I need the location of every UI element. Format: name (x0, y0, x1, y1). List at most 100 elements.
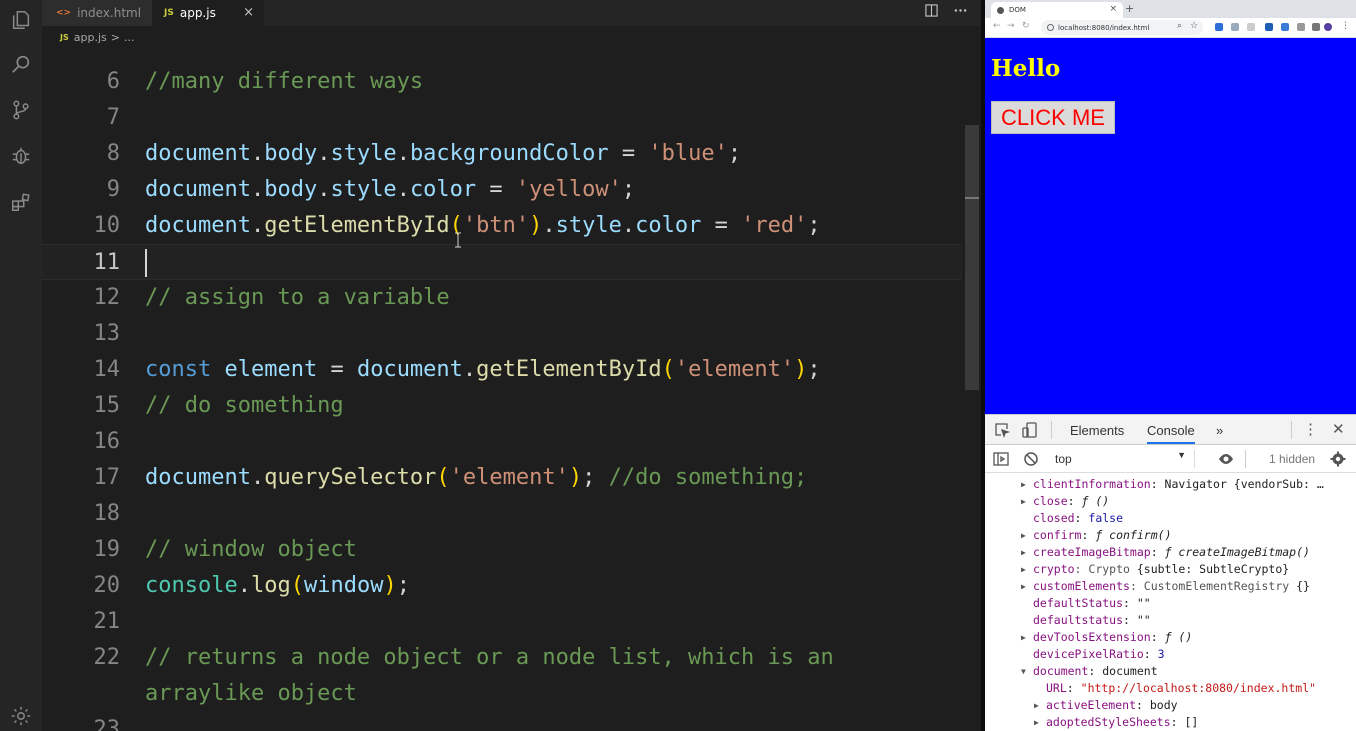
extension-icon[interactable] (1281, 23, 1289, 31)
collapsed-triangle-icon[interactable]: ▶ (1021, 561, 1026, 578)
extension-icon[interactable] (1231, 23, 1239, 31)
click-me-button[interactable]: CLICK ME (991, 101, 1115, 134)
code-line[interactable]: 11 (42, 244, 962, 280)
live-expression-eye-icon[interactable] (1217, 451, 1233, 467)
code-line[interactable]: 19 // window object (42, 532, 962, 568)
code-line[interactable]: 14 const element = document.getElementByI… (42, 352, 962, 388)
more-actions-icon[interactable] (954, 4, 967, 21)
code-text: const element = document.getElementById(… (145, 352, 821, 388)
code-line[interactable]: 22 // returns a node object or a node lis… (42, 640, 962, 676)
console-property-text: defaultstatus: "" (1033, 612, 1151, 629)
code-line[interactable]: arraylike object (42, 676, 962, 712)
extensions-icon[interactable] (7, 188, 35, 216)
collapsed-triangle-icon[interactable]: ▶ (1021, 544, 1026, 561)
console-token: {} (1296, 579, 1310, 593)
inspect-element-icon[interactable] (994, 422, 1011, 439)
code-token: console (145, 573, 238, 598)
collapsed-triangle-icon[interactable]: ▶ (1021, 527, 1026, 544)
editor-tab-bar: <> index.html JS app.js × (42, 0, 981, 26)
code-line[interactable]: 20 console.log(window); (42, 568, 962, 604)
code-text: //many different ways (145, 64, 423, 100)
console-settings-gear-icon[interactable] (1330, 451, 1346, 467)
url-text: localhost:8080/index.html (1058, 23, 1150, 32)
profile-avatar[interactable] (1324, 23, 1332, 31)
code-line[interactable]: 9 document.body.style.color = 'yellow'; (42, 172, 962, 208)
code-token: . (250, 141, 265, 166)
collapsed-triangle-icon[interactable]: ▶ (1021, 629, 1026, 646)
code-token: . (250, 213, 265, 238)
console-property-text: devicePixelRatio: 3 (1033, 646, 1165, 663)
code-token: ) (383, 573, 397, 598)
split-editor-icon[interactable] (925, 4, 938, 21)
device-toolbar-icon[interactable] (1022, 422, 1038, 438)
extension-icon[interactable] (1312, 23, 1320, 31)
collapsed-triangle-icon[interactable]: ▶ (1034, 697, 1039, 714)
forward-icon[interactable]: → (1007, 21, 1015, 31)
reload-icon[interactable]: ↻ (1022, 21, 1030, 31)
breadcrumb-file[interactable]: app.js (74, 31, 107, 44)
back-icon[interactable]: ← (993, 21, 1001, 31)
code-line[interactable]: 13 (42, 316, 962, 352)
browser-menu-icon[interactable]: ⋮ (1341, 21, 1350, 31)
collapsed-triangle-icon[interactable]: ▶ (1034, 714, 1039, 731)
expanded-triangle-icon[interactable]: ▼ (1021, 663, 1026, 680)
more-tabs-icon[interactable]: » (1216, 423, 1223, 438)
code-token: ; (807, 213, 821, 238)
browser-tab[interactable]: DOM × (991, 2, 1123, 18)
close-devtools-icon[interactable]: ✕ (1332, 420, 1345, 438)
console-property-text: createImageBitmap: ƒ createImageBitmap() (1033, 544, 1310, 561)
code-line[interactable]: 23 (42, 712, 962, 731)
show-sidebar-icon[interactable] (993, 451, 1009, 467)
hidden-messages-count[interactable]: 1 hidden (1269, 452, 1315, 466)
extension-icon[interactable] (1265, 23, 1273, 31)
zoom-search-icon[interactable]: ⌕ (1177, 21, 1182, 31)
clear-console-icon[interactable] (1023, 451, 1039, 467)
code-line[interactable]: 8 document.body.style.backgroundColor = '… (42, 136, 962, 172)
code-line[interactable]: 10 document.getElementById('btn').style.c… (42, 208, 962, 244)
console-token: closed (1033, 511, 1075, 525)
new-tab-button[interactable]: + (1125, 2, 1134, 15)
settings-gear-icon[interactable] (7, 702, 35, 730)
site-info-icon[interactable] (1047, 24, 1054, 31)
tab-index-html[interactable]: <> index.html (42, 0, 152, 26)
code-line[interactable]: 16 (42, 424, 962, 460)
breadcrumb-rest[interactable]: ... (124, 31, 135, 44)
debug-icon[interactable] (7, 142, 35, 170)
code-text: document.body.style.color = 'yellow'; (145, 172, 635, 208)
console-token: : CustomElementRegistry (1129, 579, 1297, 593)
extension-icon[interactable] (1247, 23, 1255, 31)
console-token: : [] (1170, 715, 1199, 729)
extension-icon[interactable] (1297, 23, 1305, 31)
collapsed-triangle-icon[interactable]: ▶ (1021, 493, 1026, 510)
extension-icon[interactable] (1215, 23, 1223, 31)
code-token: . (396, 141, 410, 166)
editor-scrollbar[interactable] (965, 125, 979, 390)
code-token: style (330, 141, 397, 166)
code-line[interactable]: 6 //many different ways (42, 64, 962, 100)
files-icon[interactable] (7, 6, 35, 34)
code-line[interactable]: 17 document.querySelector('element'); //d… (42, 460, 962, 496)
source-control-icon[interactable] (7, 96, 35, 124)
code-token: . (250, 177, 265, 202)
code-token: 'red' (741, 213, 808, 238)
code-line[interactable]: 18 (42, 496, 962, 532)
code-line[interactable]: 15 // do something (42, 388, 962, 424)
tab-console[interactable]: Console (1147, 423, 1195, 444)
code-line[interactable]: 12 // assign to a variable (42, 280, 962, 316)
console-token: "http://localhost:8080/index.html" (1080, 681, 1317, 695)
bookmark-star-icon[interactable]: ☆ (1190, 21, 1198, 31)
close-tab-icon[interactable]: × (243, 5, 254, 20)
collapsed-triangle-icon[interactable]: ▶ (1021, 476, 1026, 493)
code-line[interactable]: 7 (42, 100, 962, 136)
code-token: 'blue' (648, 141, 728, 166)
collapsed-triangle-icon[interactable]: ▶ (1021, 578, 1026, 595)
tab-elements[interactable]: Elements (1070, 423, 1124, 438)
close-browser-tab-icon[interactable]: × (1109, 4, 1117, 14)
code-line[interactable]: 21 (42, 604, 962, 640)
console-property-text: adoptedStyleSheets: [] (1046, 714, 1198, 731)
code-editor[interactable]: <> index.html JS app.js × JS app.js > ..… (42, 0, 981, 731)
tab-app-js[interactable]: JS app.js × (152, 0, 264, 26)
devtools-menu-icon[interactable]: ⋮ (1303, 420, 1318, 438)
context-selector[interactable]: top ▼ (1055, 450, 1195, 468)
search-icon[interactable] (7, 50, 35, 78)
